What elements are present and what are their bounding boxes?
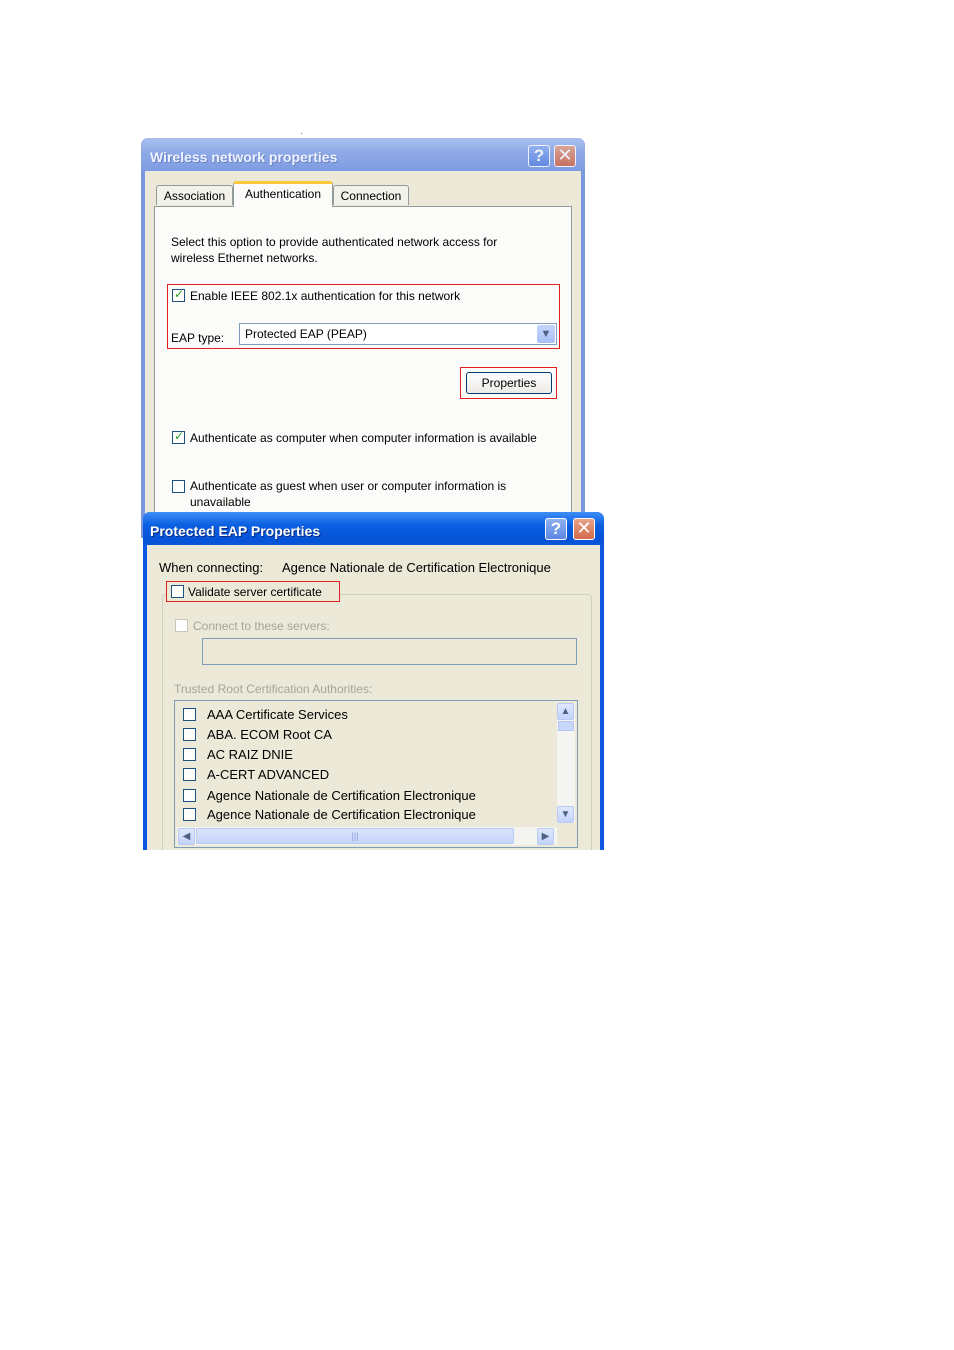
scroll-right-icon[interactable]: ▶ (537, 828, 554, 845)
tab-label: Authentication (244, 187, 322, 201)
auth-as-guest-label: Authenticate as guest when user or compu… (190, 479, 507, 493)
auth-as-computer-label: Authenticate as computer when computer i… (190, 431, 537, 445)
ca-checkbox[interactable] (183, 748, 196, 761)
tab-authentication[interactable]: Authentication (233, 181, 333, 207)
tab-association[interactable]: Association (156, 185, 233, 205)
eap-type-value: Protected EAP (PEAP) (245, 327, 367, 341)
auth-as-guest-label: unavailable (190, 495, 251, 509)
wireless-network-properties-window: Wireless network properties ? ✕ Associat… (141, 138, 585, 538)
check-icon: ✓ (174, 429, 185, 443)
horizontal-scroll-thumb[interactable]: ||| (196, 828, 514, 844)
scroll-up-icon[interactable]: ▲ (557, 703, 574, 720)
description-line: wireless Ethernet networks. (171, 251, 318, 265)
servers-input[interactable] (202, 638, 577, 665)
eap-type-select[interactable]: Protected EAP (PEAP) ▼ (239, 323, 557, 345)
connect-to-servers-checkbox[interactable] (175, 619, 188, 632)
tab-label: Connection (340, 189, 402, 203)
ca-checkbox[interactable] (183, 768, 196, 781)
ca-checkbox[interactable] (183, 808, 196, 821)
auth-as-guest-checkbox[interactable] (172, 480, 185, 493)
enable-8021x-label: Enable IEEE 802.1x authentication for th… (190, 289, 461, 303)
ca-checkbox[interactable] (183, 728, 196, 741)
window-title: Protected EAP Properties (150, 523, 321, 539)
when-connecting-label: When connecting: (159, 560, 264, 575)
validate-server-cert-checkbox[interactable] (171, 585, 184, 598)
eap-type-label: EAP type: (171, 331, 225, 345)
ca-label: ABA. ECOM Root CA (207, 727, 332, 742)
properties-button[interactable]: Properties (466, 372, 552, 394)
connect-to-servers-label: Connect to these servers: (193, 619, 330, 633)
title-bar[interactable]: Protected EAP Properties ? ✕ (143, 512, 604, 545)
ca-label: AC RAIZ DNIE (207, 747, 293, 762)
ca-checkbox[interactable] (183, 708, 196, 721)
close-icon[interactable]: ✕ (573, 518, 595, 540)
validate-server-cert-label: Validate server certificate (188, 585, 322, 599)
enable-8021x-checkbox[interactable]: ✓ (172, 287, 185, 302)
ca-label: AAA Certificate Services (207, 707, 348, 722)
ca-label: Agence Nationale de Certification Electr… (207, 807, 476, 822)
window-title: Wireless network properties (150, 149, 338, 165)
trusted-roots-label: Trusted Root Certification Authorities: (174, 682, 373, 696)
trusted-root-ca-list[interactable]: AAA Certificate Services ABA. ECOM Root … (174, 700, 578, 848)
tab-label: Association (163, 189, 226, 203)
auth-as-computer-checkbox[interactable]: ✓ (172, 429, 185, 444)
title-bar[interactable]: Wireless network properties ? ✕ (141, 138, 585, 171)
description-text: Select this option to provide authentica… (171, 234, 551, 266)
window-client-area: When connecting: Agence Nationale de Cer… (147, 545, 600, 850)
help-icon[interactable]: ? (528, 145, 550, 167)
scroll-left-icon[interactable]: ◀ (178, 828, 195, 845)
scroll-down-icon[interactable]: ▼ (557, 806, 574, 823)
check-icon: ✓ (174, 287, 185, 301)
ca-label: Agence Nationale de Certification Electr… (207, 788, 476, 803)
stray-dot (301, 133, 302, 134)
description-line: Select this option to provide authentica… (171, 235, 498, 249)
protected-eap-properties-window: Protected EAP Properties ? ✕ When connec… (143, 512, 604, 850)
help-icon[interactable]: ? (545, 518, 567, 540)
tab-connection[interactable]: Connection (333, 185, 409, 205)
vertical-scroll-thumb[interactable] (558, 721, 574, 731)
chevron-down-icon[interactable]: ▼ (537, 325, 555, 343)
ca-label: A-CERT ADVANCED (207, 767, 330, 782)
when-connecting-value: Agence Nationale de Certification Electr… (282, 560, 551, 575)
horizontal-scrollbar[interactable]: ◀ ||| ▶ (177, 827, 557, 845)
vertical-scrollbar[interactable]: ▲ ▼ (557, 703, 575, 823)
close-icon[interactable]: ✕ (554, 145, 576, 167)
ca-checkbox[interactable] (183, 789, 196, 802)
